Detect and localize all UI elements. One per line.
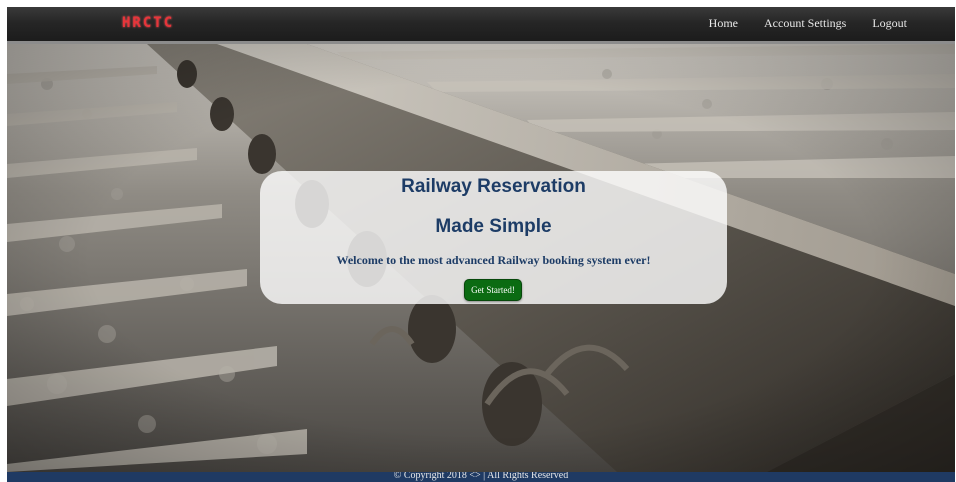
hero-tagline: Welcome to the most advanced Railway boo… — [336, 253, 651, 267]
navbar: HRCTC Home Account Settings Logout — [7, 7, 955, 44]
hero-section: Railway Reservation Made Simple Welcome … — [7, 44, 955, 472]
footer-copyright: © Copyright 2018 <> | All Rights Reserve… — [393, 472, 569, 481]
brand-logo[interactable]: HRCTC — [122, 15, 174, 31]
nav-link-logout[interactable]: Logout — [872, 16, 907, 31]
nav-link-home[interactable]: Home — [709, 16, 738, 31]
hero-card: Railway Reservation Made Simple Welcome … — [260, 171, 727, 304]
nav-links: Home Account Settings Logout — [709, 16, 907, 31]
footer: © Copyright 2018 <> | All Rights Reserve… — [7, 472, 955, 482]
page: HRCTC Home Account Settings Logout Railw… — [7, 7, 955, 482]
get-started-button[interactable]: Get Started! — [464, 279, 522, 301]
hero-title: Railway Reservation — [401, 176, 586, 197]
hero-subtitle: Made Simple — [435, 216, 552, 237]
nav-link-account-settings[interactable]: Account Settings — [764, 16, 846, 31]
